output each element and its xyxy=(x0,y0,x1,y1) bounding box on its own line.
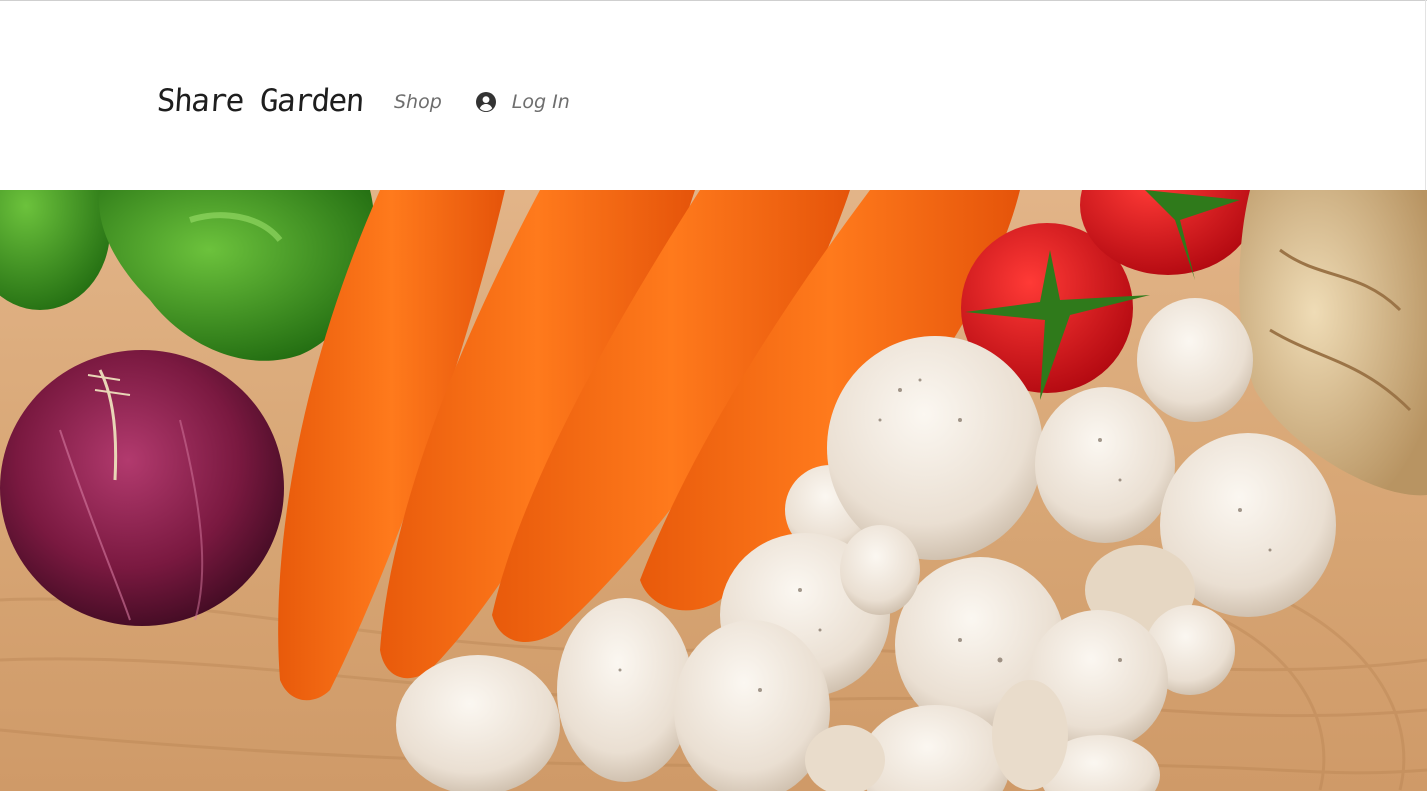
hero-banner xyxy=(0,190,1427,791)
site-header: Share Garden Shop Log In xyxy=(0,1,1427,190)
login-link[interactable]: Log In xyxy=(475,91,570,113)
brand-logo[interactable]: Share Garden xyxy=(156,83,364,119)
header-right-border xyxy=(1425,0,1426,190)
login-label: Log In xyxy=(511,91,570,113)
hero-vegetables-image xyxy=(0,190,1427,791)
nav-link-shop[interactable]: Shop xyxy=(394,91,442,113)
main-nav: Shop Log In xyxy=(394,91,570,113)
green-pepper xyxy=(0,190,375,361)
red-onion xyxy=(0,350,284,626)
user-circle-icon xyxy=(475,92,496,112)
